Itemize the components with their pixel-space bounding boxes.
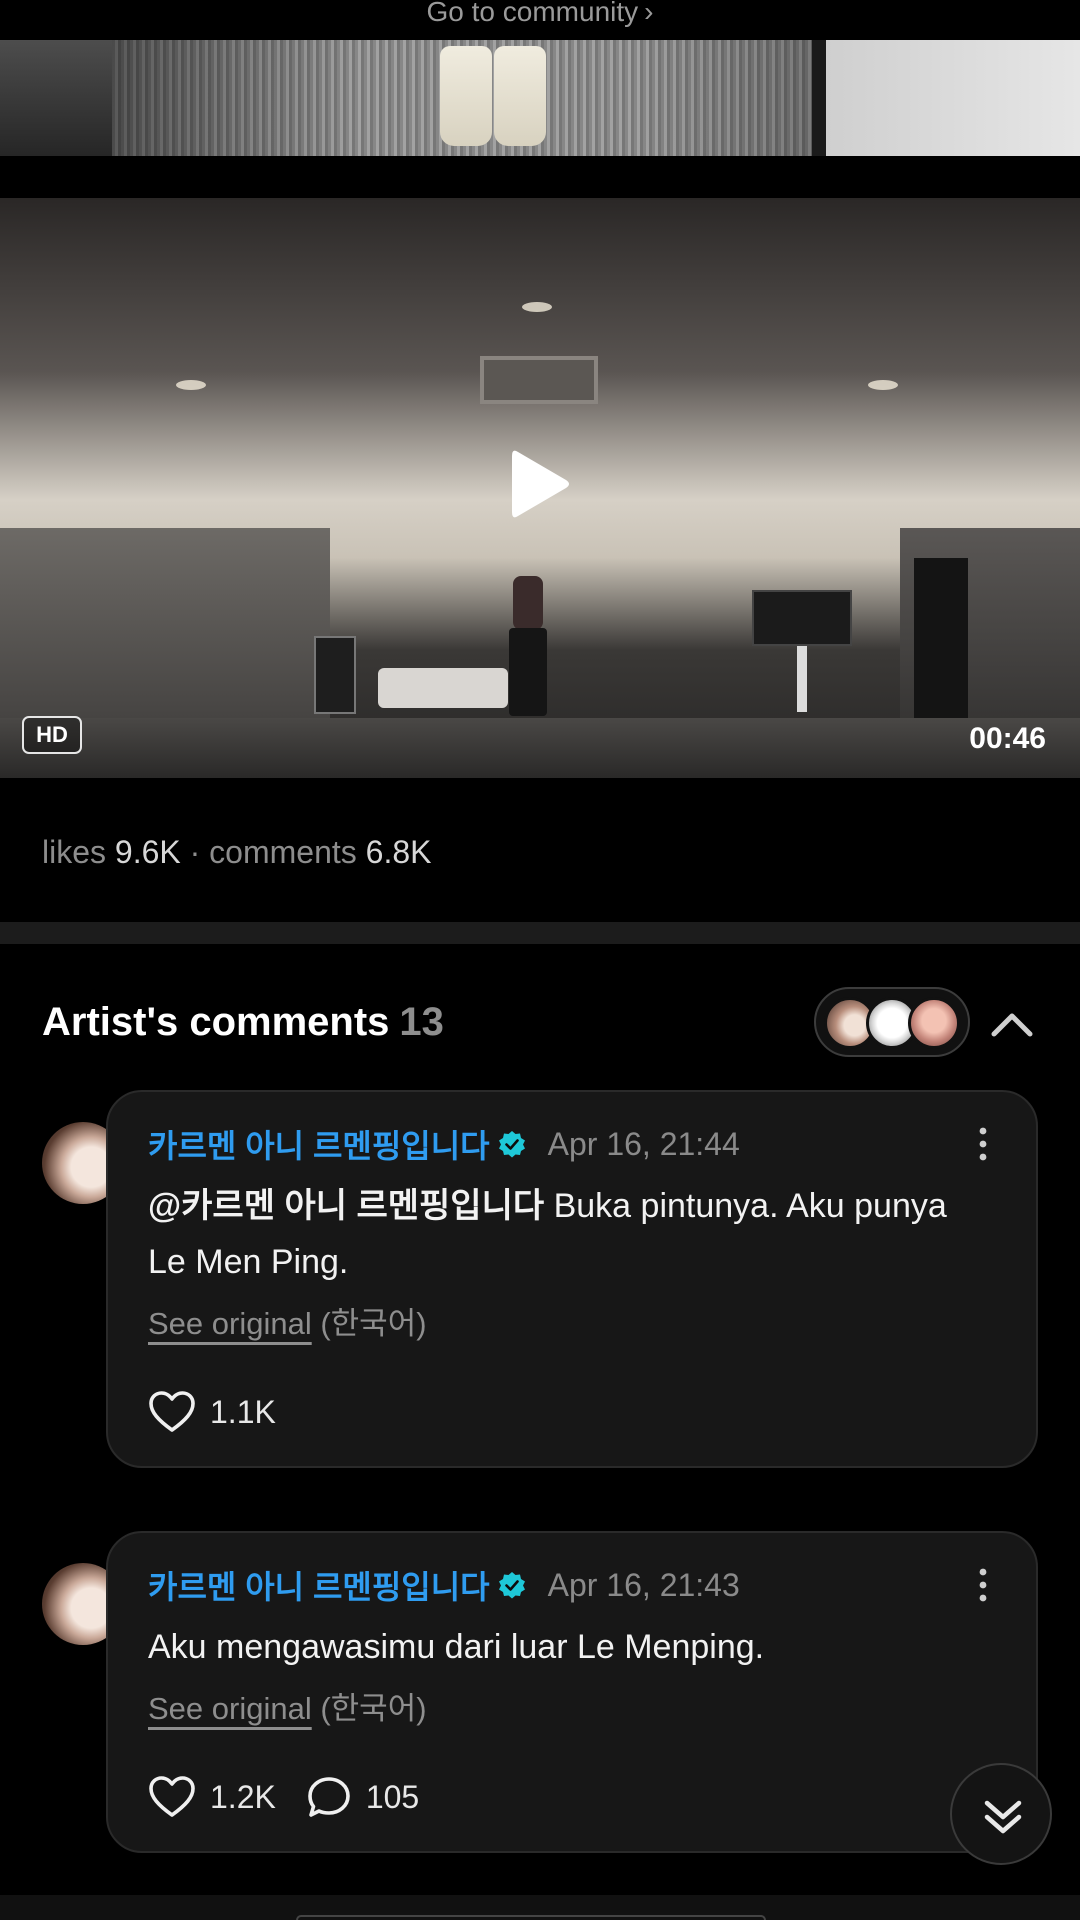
- heart-icon: [149, 1776, 195, 1817]
- comment-text: @카르멘 아니 르멘핑입니다 Buka pintunya. Aku punya …: [148, 1178, 988, 1290]
- verified-icon: [498, 1131, 525, 1158]
- comment-date: Apr 16, 21:43: [547, 1566, 740, 1603]
- post-image[interactable]: [0, 40, 1080, 156]
- chevron-up-icon[interactable]: [990, 1004, 1034, 1042]
- section-divider: [0, 922, 1080, 944]
- artist-avatar-stack[interactable]: [814, 987, 970, 1057]
- see-original-row: See original (한국어): [148, 1304, 427, 1344]
- reply-count: 105: [365, 1778, 420, 1815]
- reply-button[interactable]: 105: [306, 1775, 419, 1819]
- comment-date: Apr 16, 21:44: [547, 1125, 740, 1162]
- comment-bubble: 카르멘 아니 르멘핑입니다 Apr 16, 21:44 @카르멘 아니 르멘핑입…: [106, 1090, 1038, 1468]
- community-link-label: Go to community: [426, 0, 639, 27]
- comment-bubble: 카르멘 아니 르멘핑입니다 Apr 16, 21:43 Aku mengawas…: [106, 1531, 1038, 1853]
- comment-author[interactable]: 카르멘 아니 르멘핑입니다: [148, 1121, 490, 1167]
- artist-comments-title: Artist's comments 13: [42, 998, 444, 1046]
- more-options-icon[interactable]: [976, 1567, 990, 1603]
- comment-bubble-icon: [308, 1777, 350, 1817]
- comments-count: 6.8K: [365, 834, 432, 870]
- post-stats: likes 9.6K · comments 6.8K: [42, 832, 431, 872]
- stats-separator: ·: [189, 834, 201, 870]
- go-to-community-link[interactable]: Go to community ›: [0, 0, 1080, 40]
- comment-header: 카르멘 아니 르멘핑입니다 Apr 16, 21:43: [148, 1563, 740, 1607]
- comment-actions: 1.1K: [148, 1390, 306, 1434]
- comment-author[interactable]: 카르멘 아니 르멘핑입니다: [148, 1562, 490, 1608]
- comments-label: comments: [209, 834, 357, 870]
- comment-body: Aku mengawasimu dari luar Le Menping.: [148, 1628, 765, 1666]
- avatar: [908, 997, 960, 1049]
- see-original-link[interactable]: See original: [148, 1691, 312, 1726]
- comment-actions: 1.2K 105: [148, 1775, 449, 1819]
- see-original-link[interactable]: See original: [148, 1306, 312, 1341]
- verified-icon: [498, 1572, 525, 1599]
- comment-text: Aku mengawasimu dari luar Le Menping.: [148, 1619, 988, 1675]
- video-duration: 00:46: [969, 722, 1046, 755]
- original-language: (한국어): [320, 1306, 427, 1341]
- hd-badge: HD: [22, 716, 82, 754]
- scroll-down-button[interactable]: [950, 1763, 1052, 1865]
- heart-icon: [149, 1391, 195, 1432]
- chevron-right-icon: ›: [644, 0, 654, 27]
- artist-comments-label: Artist's comments: [42, 1000, 390, 1044]
- like-button[interactable]: 1.1K: [148, 1390, 276, 1434]
- likes-count: 9.6K: [114, 834, 181, 870]
- double-chevron-down-icon: [984, 1800, 1022, 1834]
- bottom-input-bar: [0, 1895, 1080, 1920]
- like-count: 1.1K: [210, 1393, 276, 1430]
- comment-mention[interactable]: @카르멘 아니 르멘핑입니다: [148, 1187, 544, 1225]
- artist-comments-count: 13: [399, 1000, 444, 1044]
- play-icon[interactable]: [512, 448, 570, 520]
- like-button[interactable]: 1.2K: [148, 1775, 276, 1819]
- like-count: 1.2K: [210, 1778, 276, 1815]
- original-language: (한국어): [320, 1691, 427, 1726]
- see-original-row: See original (한국어): [148, 1689, 427, 1729]
- likes-label: likes: [42, 834, 107, 870]
- more-options-icon[interactable]: [976, 1126, 990, 1162]
- comment-header: 카르멘 아니 르멘핑입니다 Apr 16, 21:44: [148, 1122, 740, 1166]
- dancer-figure: [505, 568, 551, 718]
